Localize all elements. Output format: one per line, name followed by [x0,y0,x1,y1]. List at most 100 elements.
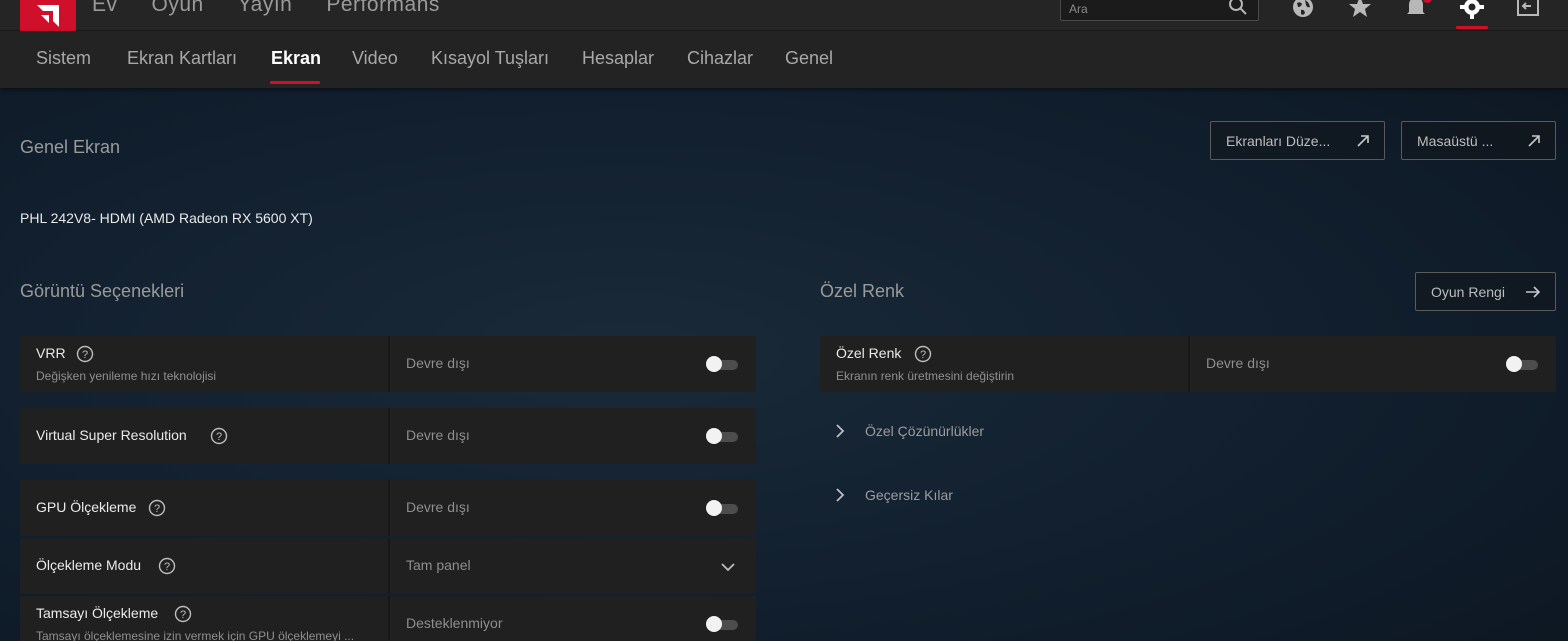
gpu-scaling-value: Devre dışı [406,499,470,515]
monitor-name: PHL 242V8- HDMI (AMD Radeon RX 5600 XT) [20,210,313,226]
integer-scaling-value: Desteklenmiyor [406,615,503,631]
overrides-expander[interactable]: Geçersiz Kılar [820,480,1120,510]
chevron-right-icon [834,423,846,442]
svg-text:?: ? [920,349,926,361]
overrides-label: Geçersiz Kılar [865,487,953,503]
toggle-knob [1506,356,1522,372]
vrr-label-cell: VRR ? Değişken yenileme hızı teknolojisi [20,336,388,392]
scaling-mode-label: Ölçekleme Modu [36,557,142,573]
external-link-icon [1356,134,1370,151]
vsr-label: Virtual Super Resolution [36,427,187,443]
integer-scaling-label-cell: Tamsayı Ölçekleme ? Tamsayı ölçeklemesin… [20,596,388,641]
search-input[interactable] [1069,0,1219,18]
row-divider [388,538,390,594]
tab-kisayol-tuslari[interactable]: Kısayol Tuşları [431,48,549,69]
globe-icon[interactable] [1288,0,1318,22]
svg-text:?: ? [82,349,88,361]
amd-logo[interactable] [20,0,76,31]
custom-resolutions-expander[interactable]: Özel Çözünürlükler [820,416,1120,446]
row-divider [388,336,390,392]
nav-performans[interactable]: Performans [326,0,440,17]
gpu-scaling-row: GPU Ölçekleme ? Devre dışı [20,480,756,536]
tab-hesaplar[interactable]: Hesaplar [582,48,654,69]
toggle-knob [706,428,722,444]
bell-icon[interactable] [1401,0,1431,22]
svg-text:?: ? [164,561,170,573]
gpu-scaling-label-cell: GPU Ölçekleme ? [20,480,388,536]
integer-scaling-label: Tamsayı Ölçekleme [36,605,159,621]
vsr-row: Virtual Super Resolution ? Devre dışı [20,408,756,464]
integer-scaling-toggle[interactable] [706,616,740,632]
general-display-title: Genel Ekran [20,137,121,157]
arrow-right-icon [1525,284,1541,303]
tab-ekran[interactable]: Ekran [271,48,321,69]
tab-video[interactable]: Video [352,48,398,69]
vrr-label: VRR [36,345,66,361]
gpu-scaling-label: GPU Ölçekleme [36,499,137,515]
external-link-icon [1527,134,1541,151]
svg-text:?: ? [154,503,160,515]
row-divider [1188,336,1190,392]
gear-active-indicator [1456,26,1488,29]
main-nav: Ev Oyun Yayın Performans [92,0,440,17]
help-icon[interactable]: ? [158,557,176,575]
custom-color-description: Ekranın renk üretmesini değiştirin [836,369,1015,383]
display-options-title: Görüntü Seçenekleri [20,281,185,301]
help-icon[interactable]: ? [148,499,166,517]
tab-cihazlar[interactable]: Cihazlar [687,48,753,69]
help-icon[interactable]: ? [76,345,94,363]
custom-color-toggle[interactable] [1506,356,1540,372]
scaling-mode-label-cell: Ölçekleme Modu ? [20,538,388,594]
nav-ev[interactable]: Ev [92,0,118,17]
desktop-label: Masaüstü ... [1417,133,1494,149]
custom-color-row: Özel Renk ? Ekranın renk üretmesini deği… [820,336,1556,392]
nav-oyun[interactable]: Oyun [152,0,204,17]
chevron-right-icon [834,487,846,506]
toggle-knob [706,616,722,632]
search-icon[interactable] [1228,0,1248,20]
vrr-value: Devre dışı [406,355,470,371]
desktop-button[interactable]: Masaüstü ... [1401,121,1556,160]
tab-sistem[interactable]: Sistem [36,48,91,69]
settings-tabs: Sistem Ekran Kartları Ekran Video Kısayo… [0,31,1568,88]
toggle-knob [706,500,722,516]
gpu-scaling-toggle[interactable] [706,500,740,516]
custom-color-value: Devre dışı [1206,355,1270,371]
integer-scaling-row: Tamsayı Ölçekleme ? Tamsayı ölçeklemesin… [20,596,756,641]
game-color-button[interactable]: Oyun Rengi [1415,272,1556,311]
vrr-row: VRR ? Değişken yenileme hızı teknolojisi… [20,336,756,392]
nav-yayin[interactable]: Yayın [238,0,293,17]
chevron-down-icon[interactable] [720,559,736,578]
help-icon[interactable]: ? [914,345,932,363]
svg-text:?: ? [180,609,186,621]
arrange-displays-label: Ekranları Düze... [1226,133,1331,149]
help-icon[interactable]: ? [174,605,192,623]
svg-text:?: ? [216,431,222,443]
tab-genel[interactable]: Genel [785,48,833,69]
vsr-toggle[interactable] [706,428,740,444]
custom-resolutions-label: Özel Çözünürlükler [865,423,985,439]
vsr-label-cell: Virtual Super Resolution ? [20,408,388,464]
scaling-mode-dropdown[interactable]: Tam panel [406,557,471,573]
tab-ekran-kartlari[interactable]: Ekran Kartları [127,48,237,69]
scaling-mode-row: Ölçekleme Modu ? Tam panel [20,538,756,594]
star-icon[interactable] [1345,0,1375,22]
row-divider [388,408,390,464]
custom-color-label-cell: Özel Renk ? Ekranın renk üretmesini deği… [820,336,1188,392]
toggle-knob [706,356,722,372]
integer-scaling-description: Tamsayı ölçeklemesine izin vermek için G… [36,629,355,641]
vrr-toggle[interactable] [706,356,740,372]
exit-icon[interactable] [1513,0,1543,22]
help-icon[interactable]: ? [210,427,228,445]
active-tab-indicator [270,81,320,84]
amd-logo-icon [37,4,59,27]
vsr-value: Devre dışı [406,427,470,443]
top-bar: Ev Oyun Yayın Performans [0,0,1568,31]
game-color-label: Oyun Rengi [1431,284,1505,300]
row-divider [388,596,390,641]
gear-icon[interactable] [1457,0,1487,22]
vrr-description: Değişken yenileme hızı teknolojisi [36,369,217,383]
custom-color-label: Özel Renk [836,345,902,361]
row-divider [388,480,390,536]
arrange-displays-button[interactable]: Ekranları Düze... [1210,121,1385,160]
